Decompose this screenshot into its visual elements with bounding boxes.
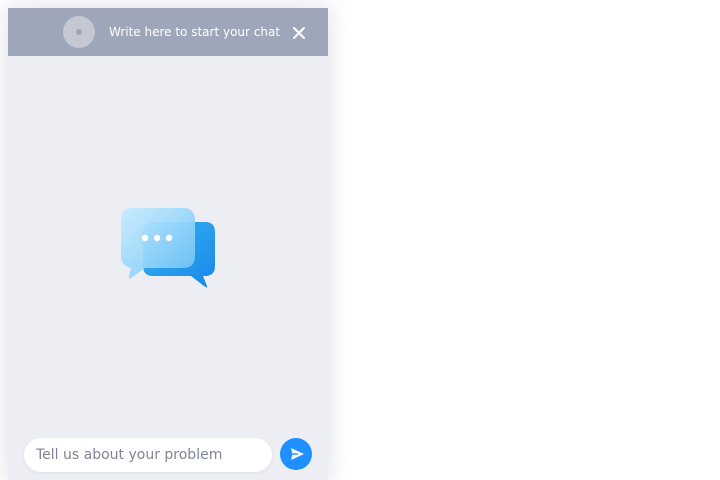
chat-header: Write here to start your chat bbox=[8, 8, 328, 56]
close-icon bbox=[293, 27, 305, 39]
send-button[interactable] bbox=[280, 438, 312, 470]
chat-header-title: Write here to start your chat bbox=[109, 25, 281, 39]
chat-bubbles-icon bbox=[121, 208, 215, 288]
avatar-dot bbox=[76, 29, 82, 35]
avatar-placeholder-icon bbox=[63, 16, 95, 48]
chat-widget: Write here to start your chat bbox=[8, 8, 328, 480]
message-input[interactable] bbox=[36, 438, 264, 472]
close-button[interactable] bbox=[290, 24, 308, 42]
message-composer bbox=[24, 438, 272, 472]
chat-message-area bbox=[8, 56, 328, 426]
send-arrow-icon bbox=[291, 448, 304, 460]
